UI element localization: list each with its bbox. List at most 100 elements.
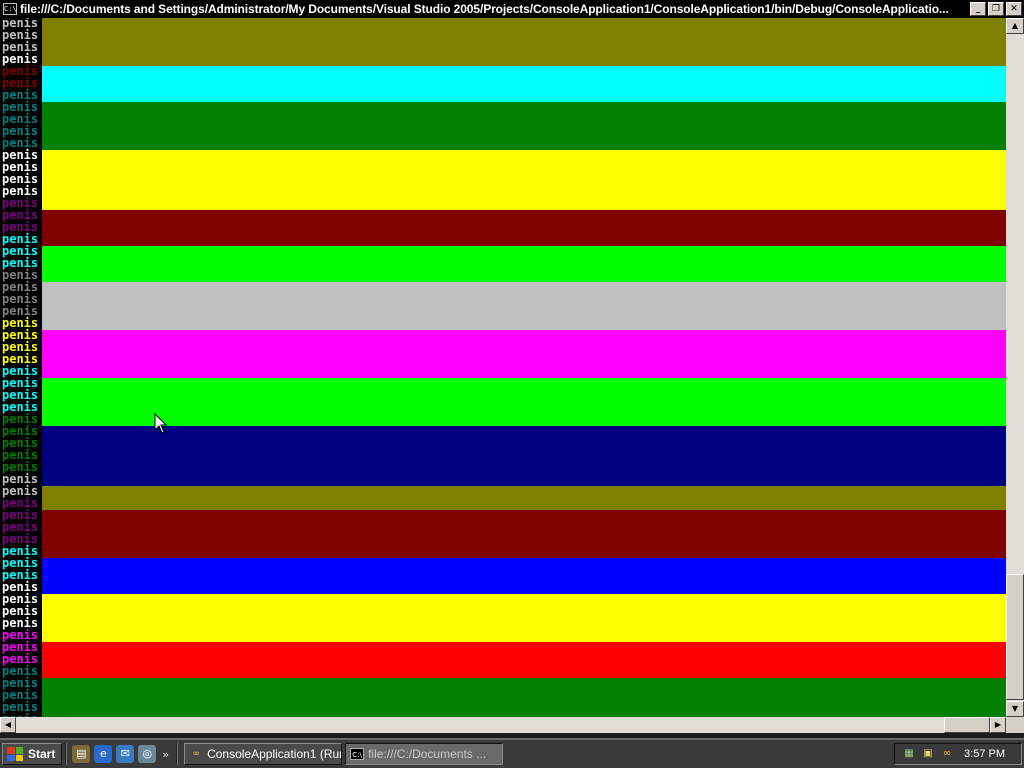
console-line-background	[42, 354, 1006, 366]
console-line: penis	[0, 18, 1006, 30]
console-line: penis	[0, 185, 1006, 198]
console-line-background	[42, 522, 1006, 534]
console-line: penis	[0, 293, 1006, 306]
console-line-background	[42, 630, 1006, 642]
vertical-scroll-thumb[interactable]	[1006, 574, 1024, 700]
console-line: penis	[0, 425, 1006, 438]
console-line-background	[42, 378, 1006, 390]
internet-explorer-icon[interactable]: e	[94, 745, 113, 763]
console-line-background	[42, 342, 1006, 354]
console-line-background	[42, 42, 1006, 54]
window-title-bar[interactable]: C:\ file:///C:/Documents and Settings/Ad…	[0, 0, 1024, 18]
console-line: penis	[0, 233, 1006, 246]
outlook-express-icon[interactable]: ✉	[116, 745, 135, 763]
horizontal-scroll-thumb[interactable]	[944, 717, 990, 733]
security-icon[interactable]: ▣	[920, 747, 936, 761]
vertical-scrollbar[interactable]: ▲ ▼	[1006, 18, 1024, 717]
minimize-button[interactable]: _	[970, 2, 986, 16]
visual-studio-tray-icon[interactable]: ∞	[939, 747, 955, 761]
taskbar-separator	[65, 743, 68, 765]
close-button[interactable]: ✕	[1006, 2, 1022, 16]
console-line-background	[42, 654, 1006, 666]
console-line: penis	[0, 137, 1006, 150]
quick-launch-more-icon[interactable]: »	[162, 748, 169, 761]
console-line-background	[42, 330, 1006, 342]
console-line-background	[42, 618, 1006, 630]
console-line: penis	[0, 581, 1006, 594]
console-line-background	[42, 546, 1006, 558]
console-line-background	[42, 570, 1006, 582]
console-line-background	[42, 702, 1006, 714]
task-button-console[interactable]: C:\ file:///C:/Documents ...	[345, 743, 504, 765]
console-line: penis	[0, 149, 1006, 162]
console-line-background	[42, 78, 1006, 90]
console-line: penis	[0, 101, 1006, 114]
console-line-background	[42, 366, 1006, 378]
console-line: penis	[0, 329, 1006, 342]
console-line: penis	[0, 413, 1006, 426]
maximize-button[interactable]: ❐	[988, 2, 1004, 16]
console-line-background	[42, 30, 1006, 42]
show-desktop-icon[interactable]: ▤	[72, 745, 91, 763]
scroll-left-button[interactable]: ◀	[0, 717, 16, 733]
horizontal-scrollbar[interactable]: ◀ ▶	[0, 717, 1006, 733]
console-line: penis	[0, 221, 1006, 234]
scroll-down-button[interactable]: ▼	[1006, 701, 1024, 717]
console-icon[interactable]: C:\	[3, 3, 17, 15]
taskbar-separator	[176, 743, 179, 765]
window-title: file:///C:/Documents and Settings/Admini…	[20, 2, 949, 16]
network-icon[interactable]: ▦	[901, 747, 917, 761]
quick-launch: ▤ e ✉ ◎ »	[70, 745, 173, 763]
console-line: penis	[0, 521, 1006, 534]
console-line-background	[42, 18, 1006, 30]
console-line: penis	[0, 485, 1006, 498]
console-line-background	[42, 462, 1006, 474]
console-line-background	[42, 306, 1006, 318]
console-line-background	[42, 270, 1006, 282]
console-line: penis	[0, 497, 1006, 510]
windows-logo-icon	[7, 747, 23, 761]
media-icon[interactable]: ◎	[138, 745, 157, 763]
console-line: penis	[0, 677, 1006, 690]
task-button-visual-studio[interactable]: ∞ ConsoleApplication1 (Run...	[184, 743, 343, 765]
console-line-background	[42, 318, 1006, 330]
console-icon: C:\	[350, 748, 365, 760]
console-line: penis	[0, 641, 1006, 654]
console-line-background	[42, 438, 1006, 450]
console-line: penis	[0, 161, 1006, 174]
console-line-background	[42, 390, 1006, 402]
scroll-up-button[interactable]: ▲	[1006, 18, 1024, 34]
start-button[interactable]: Start	[2, 743, 63, 765]
scroll-right-button[interactable]: ▶	[990, 717, 1006, 733]
console-line: penis	[0, 53, 1006, 66]
console-line-background	[42, 90, 1006, 102]
console-line-background	[42, 210, 1006, 222]
console-line: penis	[0, 617, 1006, 630]
console-line: penis	[0, 173, 1006, 186]
clock[interactable]: 3:57 PM	[964, 748, 1005, 760]
console-line: penis	[0, 701, 1006, 714]
window-controls: _ ❐ ✕	[968, 2, 1022, 16]
task-label: ConsoleApplication1 (Run...	[207, 747, 343, 761]
console-line-background	[42, 534, 1006, 546]
console-line: penis	[0, 665, 1006, 678]
console-output[interactable]: penis penis penis penis penis penis penis penis…	[0, 18, 1006, 717]
console-line-background	[42, 174, 1006, 186]
console-line-background	[42, 474, 1006, 486]
console-line: penis	[0, 689, 1006, 702]
system-tray: ▦ ▣ ∞ 3:57 PM	[894, 743, 1022, 765]
console-line: penis	[0, 209, 1006, 222]
console-line-background	[42, 426, 1006, 438]
console-line-background	[42, 246, 1006, 258]
console-line-background	[42, 510, 1006, 522]
console-line-background	[42, 678, 1006, 690]
console-line-background	[42, 642, 1006, 654]
console-line-background	[42, 558, 1006, 570]
console-line-background	[42, 126, 1006, 138]
console-line: penis	[0, 89, 1006, 102]
console-line-background	[42, 258, 1006, 270]
console-line: penis	[0, 341, 1006, 354]
console-line-background	[42, 606, 1006, 618]
console-line: penis	[0, 245, 1006, 258]
task-label: file:///C:/Documents ...	[368, 747, 487, 761]
